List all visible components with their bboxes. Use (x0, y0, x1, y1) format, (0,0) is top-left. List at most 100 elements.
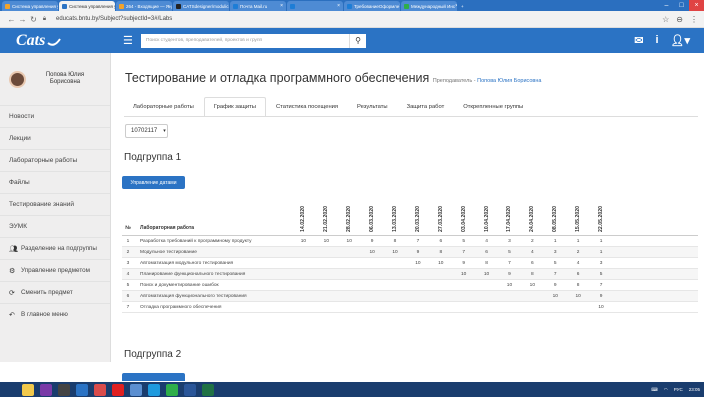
start-icon[interactable] (4, 383, 16, 396)
url-field[interactable]: educats.bntu.by/Subject?subjectId=3#/Lab… (56, 16, 172, 22)
maximize-icon[interactable]: □ (674, 0, 689, 11)
row-cell (292, 280, 315, 290)
hamburger-menu-icon[interactable]: ☰ (123, 34, 135, 47)
row-cell: 1 (553, 238, 557, 244)
calculator-icon[interactable] (58, 383, 70, 396)
row-cell: 7 (462, 249, 466, 255)
column-header-date: 13.03.2020 (384, 195, 407, 235)
chrome-icon[interactable] (166, 383, 178, 396)
search-icon[interactable]: ⚲ (349, 33, 366, 48)
row-cell (292, 247, 315, 257)
network-icon: ◠ (663, 386, 668, 392)
browser-tab[interactable]: 264 - Входящие — Янд× (116, 1, 172, 11)
excel-icon[interactable] (202, 383, 214, 396)
tab-favicon-icon (176, 3, 181, 9)
browser-tab[interactable]: Система управления у× (2, 1, 58, 11)
tab-item[interactable]: Результаты (348, 97, 397, 117)
date-label: 24.04.2020 (529, 206, 536, 232)
star-icon[interactable]: ☆ (662, 15, 669, 24)
row-cell: 1 (599, 249, 603, 255)
close-window-icon[interactable]: × (689, 0, 704, 11)
sidebar-item[interactable]: ↶ В главное меню (0, 303, 110, 325)
column-header-date: 27.03.2020 (429, 195, 452, 235)
logo[interactable]: Cats (0, 32, 111, 50)
row-cell: 10 (392, 249, 398, 255)
system-tray: ⌨ ◠ РУС 23:05 (651, 387, 704, 393)
minimize-icon[interactable]: – (659, 0, 674, 11)
close-tab-icon[interactable]: × (455, 3, 457, 9)
search-input[interactable]: Поиск студентов, преподавателей, проекто… (141, 33, 349, 48)
row-cell (406, 291, 429, 301)
sidebar-item[interactable]: 👥︎ Разделение на подгруппы (0, 237, 110, 259)
new-tab-icon[interactable]: + (458, 1, 472, 11)
sidebar-item[interactable]: Тестирование знаний (0, 193, 110, 215)
sidebar-item[interactable]: ЭУМК (0, 215, 110, 237)
manage-dates-button[interactable]: Управление датами (122, 176, 185, 189)
browser-tab[interactable]: Почта Mail.ru × (230, 1, 286, 11)
row-cell: 10 (438, 260, 444, 266)
close-tab-icon[interactable]: × (280, 3, 283, 9)
browser-tab[interactable]: Международный Инс × (401, 1, 457, 11)
sidebar-item[interactable]: ⟳ Сменить предмет (0, 281, 110, 303)
browser-tab[interactable]: CATSdesigner/modulic× (173, 1, 229, 11)
tab-item[interactable]: Статистика посещения (267, 97, 347, 117)
forward-icon[interactable]: → (17, 15, 28, 24)
tab-item[interactable]: Защита работ (398, 97, 454, 117)
explorer-icon[interactable] (22, 383, 34, 396)
sidebar-item[interactable]: Лекции (0, 127, 110, 149)
profile-icon[interactable]: ⊖ (676, 15, 683, 24)
paint-icon[interactable] (94, 383, 106, 396)
onenote-icon[interactable] (40, 383, 52, 396)
reload-icon[interactable]: ↻ (28, 15, 39, 24)
group-select-value: 10702117 (131, 128, 158, 134)
close-tab-icon[interactable]: × (337, 3, 340, 9)
teacher-link[interactable]: Попова Юлия Борисовна (477, 78, 541, 84)
row-cell: 3 (599, 260, 603, 266)
row-cell: 10 (461, 271, 467, 277)
browser-tab[interactable]: ТребованиеОформле× (344, 1, 400, 11)
printer-icon[interactable] (130, 383, 142, 396)
row-cell (361, 302, 384, 312)
close-tab-icon[interactable]: × (399, 3, 400, 9)
language-indicator[interactable]: РУС (674, 387, 683, 392)
column-header-date: 20.03.2020 (406, 195, 429, 235)
sidebar-item[interactable]: ⚙ Управление предметом (0, 259, 110, 281)
row-cell (567, 302, 590, 312)
row-cell: 6 (485, 249, 488, 255)
column-header-work: Лабораторная работа (140, 225, 195, 231)
browser-tab[interactable]: Система управления у× (59, 1, 115, 11)
group-select[interactable]: 10702117 ▾ (125, 124, 168, 138)
row-cell (544, 302, 567, 312)
logo-text: Cats (16, 31, 46, 49)
date-label: 10.04.2020 (483, 206, 490, 232)
address-bar: ← → ↻ 🔒︎ educats.bntu.by/Subject?subject… (0, 11, 704, 28)
sidebar-item[interactable]: Лабораторные работы (0, 149, 110, 171)
menu-dots-icon[interactable]: ⋮ (690, 15, 698, 24)
user-profile[interactable]: Попова Юлия Борисовна (0, 53, 110, 105)
yandex-icon[interactable] (112, 383, 124, 396)
tab-item[interactable]: Открепленные группы (454, 97, 532, 117)
app-header: Cats ☰ Поиск студентов, преподавателей, … (0, 28, 704, 53)
mail-icon[interactable]: ✉ (634, 34, 643, 47)
row-work-name: Поиск и документирование ошибок (140, 282, 219, 288)
tab-item[interactable]: Лабораторные работы (124, 97, 203, 117)
skype-icon[interactable] (148, 383, 160, 396)
tab-item[interactable]: График защиты (203, 97, 266, 117)
back-icon[interactable]: ← (6, 15, 17, 24)
sidebar-item[interactable]: Файлы (0, 171, 110, 193)
user-menu-icon[interactable]: 👤︎▾ (671, 34, 691, 47)
info-icon[interactable]: i (655, 34, 658, 47)
browser-tab[interactable]: × (287, 1, 343, 11)
table-row: 6 Автоматизация функционального тестирова… (122, 291, 698, 302)
sidebar-item[interactable]: Новости (0, 105, 110, 127)
date-label: 17.04.2020 (506, 206, 513, 232)
browser-tab-label: CATSdesigner/modulic (183, 3, 229, 9)
manage-dates-button-2[interactable] (122, 373, 185, 381)
date-label: 03.04.2020 (460, 206, 467, 232)
person-icon[interactable] (76, 383, 88, 396)
sidebar-item-label: ЭУМК (9, 223, 28, 230)
row-cell (452, 302, 475, 312)
word-icon[interactable] (184, 383, 196, 396)
logo-swoosh-icon (47, 37, 62, 46)
lock-icon: 🔒︎ (42, 15, 47, 22)
